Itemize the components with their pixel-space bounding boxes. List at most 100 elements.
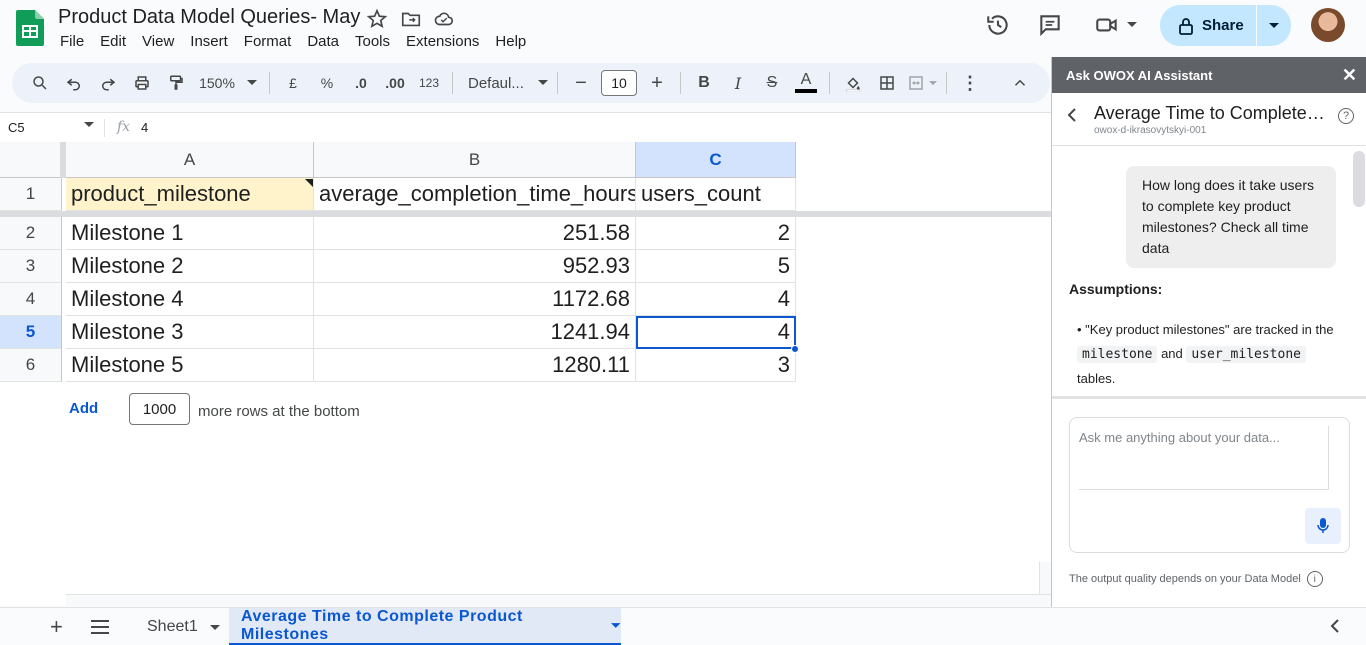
cell-a5[interactable]: Milestone 3 xyxy=(66,316,314,349)
fill-color-icon[interactable] xyxy=(839,69,867,97)
fill-handle[interactable] xyxy=(791,345,799,353)
cell-b4[interactable]: 1172.68 xyxy=(314,283,636,316)
cell-b1[interactable]: average_completion_time_hours xyxy=(314,178,636,211)
share-dropdown-button[interactable] xyxy=(1257,5,1291,46)
menu-edit[interactable]: Edit xyxy=(92,32,134,52)
font-select[interactable]: Defaul... xyxy=(462,69,548,97)
all-sheets-icon[interactable] xyxy=(91,620,109,634)
row-header-6[interactable]: 6 xyxy=(0,349,62,382)
print-icon[interactable] xyxy=(128,69,156,97)
share-label: Share xyxy=(1202,17,1244,34)
cloud-status-icon[interactable] xyxy=(433,8,455,30)
sheets-logo-icon[interactable] xyxy=(16,10,44,46)
code-milestone: milestone xyxy=(1077,346,1158,363)
name-box-dropdown-icon[interactable] xyxy=(84,122,94,128)
panel-title: Average Time to Complete P... xyxy=(1094,103,1326,123)
row-header-5[interactable]: 5 xyxy=(0,316,62,349)
menu-format[interactable]: Format xyxy=(236,32,300,52)
meet-dropdown-icon[interactable] xyxy=(1127,21,1137,29)
menu-extensions[interactable]: Extensions xyxy=(398,32,487,52)
cell-c4[interactable]: 4 xyxy=(636,283,796,316)
ask-input-box[interactable]: Ask me anything about your data... xyxy=(1069,417,1350,553)
chat-scrollbar[interactable] xyxy=(1353,151,1365,207)
cell-a6[interactable]: Milestone 5 xyxy=(66,349,314,382)
borders-icon[interactable] xyxy=(873,69,901,97)
comments-icon[interactable] xyxy=(1037,12,1063,38)
add-rows-button[interactable]: Add xyxy=(69,400,98,417)
cell-c2[interactable]: 2 xyxy=(636,217,796,250)
menu-insert[interactable]: Insert xyxy=(182,32,236,52)
chevron-down-icon xyxy=(246,80,257,85)
undo-icon[interactable] xyxy=(60,69,88,97)
note-indicator-icon xyxy=(305,179,313,187)
increase-font-size-icon[interactable]: + xyxy=(643,69,671,97)
cell-b2[interactable]: 251.58 xyxy=(314,217,636,250)
name-box[interactable]: C5 xyxy=(8,120,25,135)
assumption-text-2: and xyxy=(1161,346,1183,361)
add-rows-count-input[interactable]: 1000 xyxy=(129,393,190,425)
star-icon[interactable] xyxy=(366,8,388,30)
move-folder-icon[interactable] xyxy=(400,8,422,30)
menu-help[interactable]: Help xyxy=(487,32,534,52)
italic-icon[interactable]: I xyxy=(724,69,752,97)
decrease-font-size-icon[interactable]: − xyxy=(567,69,595,97)
strikethrough-icon[interactable]: S xyxy=(758,69,786,97)
collapse-panel-icon[interactable] xyxy=(1329,619,1341,633)
cell-c3[interactable]: 5 xyxy=(636,250,796,283)
paint-format-icon[interactable] xyxy=(162,69,190,97)
cell-a1[interactable]: product_milestone xyxy=(66,178,314,211)
formula-input[interactable]: 4 xyxy=(141,120,148,135)
cell-a4[interactable]: Milestone 4 xyxy=(66,283,314,316)
row-header-2[interactable]: 2 xyxy=(0,217,62,250)
row-header-4[interactable]: 4 xyxy=(0,283,62,316)
menu-tools[interactable]: Tools xyxy=(347,32,398,52)
font-size-field[interactable]: 10 xyxy=(601,69,637,97)
search-menus-icon[interactable] xyxy=(26,69,54,97)
info-icon[interactable]: i xyxy=(1306,571,1323,587)
meet-icon[interactable] xyxy=(1094,12,1120,38)
vertical-scrollbar[interactable] xyxy=(1039,562,1051,594)
add-sheet-icon[interactable]: + xyxy=(50,614,63,640)
cell-c1[interactable]: users_count xyxy=(636,178,796,211)
row-header-3[interactable]: 3 xyxy=(0,250,62,283)
cell-c6[interactable]: 3 xyxy=(636,349,796,382)
format-currency-button[interactable]: £ xyxy=(279,69,307,97)
menu-data[interactable]: Data xyxy=(299,32,347,52)
decrease-decimal-button[interactable]: .0 xyxy=(347,69,375,97)
version-history-icon[interactable] xyxy=(985,12,1011,38)
select-all-corner[interactable] xyxy=(0,142,62,178)
more-options-icon[interactable]: ⋮ xyxy=(956,69,984,97)
horizontal-scrollbar[interactable] xyxy=(66,594,1051,606)
back-icon[interactable] xyxy=(1066,107,1078,123)
redo-icon[interactable] xyxy=(94,69,122,97)
merge-cells-icon[interactable] xyxy=(907,69,937,97)
cell-b3[interactable]: 952.93 xyxy=(314,250,636,283)
tab-sheet1[interactable]: Sheet1 xyxy=(147,618,221,636)
cell-a2[interactable]: Milestone 1 xyxy=(66,217,314,250)
avatar[interactable] xyxy=(1311,8,1345,42)
more-formats-button[interactable]: 123 xyxy=(415,69,443,97)
column-header-b[interactable]: B xyxy=(314,142,636,178)
zoom-select[interactable]: 150% xyxy=(196,69,260,97)
column-header-c[interactable]: C xyxy=(636,142,796,178)
tab-average-time[interactable]: Average Time to Complete Product Milesto… xyxy=(229,608,621,645)
format-percent-button[interactable]: % xyxy=(313,69,341,97)
collapse-menus-icon[interactable] xyxy=(1006,69,1034,97)
bold-icon[interactable]: B xyxy=(690,69,718,97)
cell-b6[interactable]: 1280.11 xyxy=(314,349,636,382)
document-title[interactable]: Product Data Model Queries- May xyxy=(58,6,360,29)
menu-file[interactable]: File xyxy=(52,32,92,52)
column-header-a[interactable]: A xyxy=(66,142,314,178)
microphone-icon xyxy=(1317,518,1329,533)
share-button[interactable]: Share xyxy=(1160,5,1256,46)
cell-b5[interactable]: 1241.94 xyxy=(314,316,636,349)
close-icon[interactable]: ✕ xyxy=(1342,65,1357,86)
cell-a3[interactable]: Milestone 2 xyxy=(66,250,314,283)
chevron-down-icon xyxy=(210,625,221,630)
text-color-icon[interactable]: A xyxy=(792,69,820,97)
help-icon[interactable]: ? xyxy=(1338,108,1354,124)
increase-decimal-button[interactable]: .00 xyxy=(381,69,409,97)
menu-view[interactable]: View xyxy=(134,32,182,52)
mic-button[interactable] xyxy=(1305,508,1341,544)
row-header-1[interactable]: 1 xyxy=(0,178,62,211)
